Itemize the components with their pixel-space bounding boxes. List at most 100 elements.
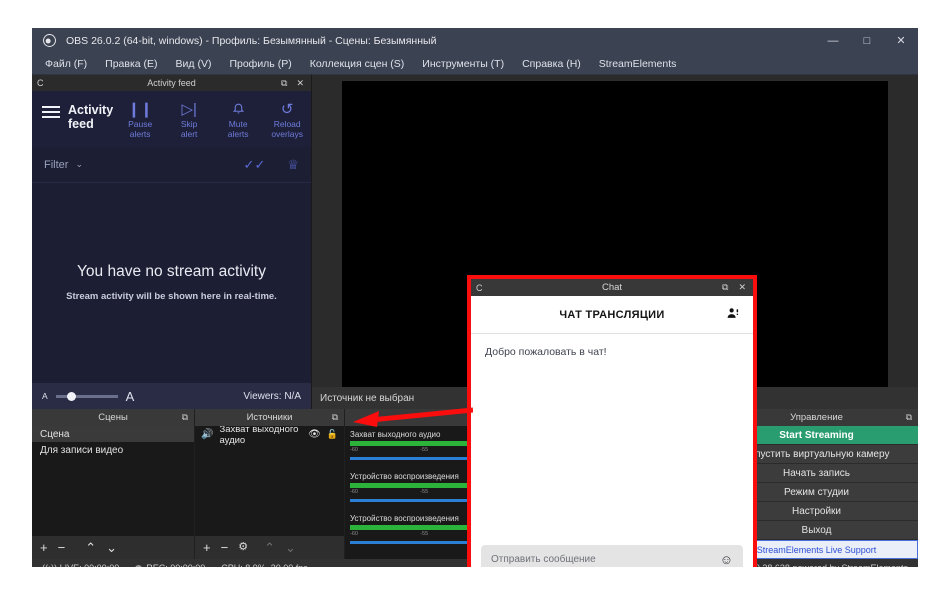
sources-dock: Источники ⧉ 🔊 Захват выходного аудио 👁 🔓… xyxy=(195,409,345,559)
move-scene-up-button[interactable]: ⌃ xyxy=(85,541,96,554)
lock-icon[interactable]: 🔓 xyxy=(327,429,338,440)
add-source-button[interactable]: + xyxy=(203,541,211,554)
live-status: ((•)) LIVE: 00:00:00 xyxy=(42,563,119,567)
font-large-label: A xyxy=(126,389,135,404)
scenes-dock: Сцены ⧉ Сцена Для записи видео + − ⌃ ⌄ xyxy=(32,409,195,559)
rec-status: REC: 00:00:00 xyxy=(135,563,205,567)
close-button[interactable]: ✕ xyxy=(884,28,918,53)
source-label: Захват выходного аудио xyxy=(219,426,302,446)
chat-titlebar: C Chat ⧉ ✕ xyxy=(471,279,753,296)
filter-label[interactable]: Filter xyxy=(44,159,68,171)
skip-alert-button[interactable]: ▷| Skip alert xyxy=(170,101,208,139)
menu-file[interactable]: Файл (F) xyxy=(36,55,96,73)
sources-toolbar: + − ⚙ ⌃ ⌄ xyxy=(195,536,344,559)
font-small-label: A xyxy=(42,391,48,401)
controls-undock-icon[interactable]: ⧉ xyxy=(906,412,918,423)
eye-icon[interactable]: 👁 xyxy=(308,429,321,440)
activity-undock-icon[interactable]: ⧉ xyxy=(281,78,287,89)
annotation-arrow-icon xyxy=(345,405,473,429)
menu-view[interactable]: Вид (V) xyxy=(167,55,221,73)
font-size-slider[interactable] xyxy=(56,395,118,398)
source-item[interactable]: 🔊 Захват выходного аудио 👁 🔓 xyxy=(195,426,344,443)
activity-feed-title: Activity feed xyxy=(68,103,113,131)
window-controls: — □ ✕ xyxy=(816,28,918,53)
sources-list[interactable]: 🔊 Захват выходного аудио 👁 🔓 xyxy=(195,426,344,536)
menu-edit[interactable]: Правка (E) xyxy=(96,55,166,73)
chat-input-row: Отправить сообщение ☺ xyxy=(471,539,753,567)
reload-overlays-button[interactable]: ↺ Reload overlays xyxy=(268,101,306,139)
menu-streamelements[interactable]: StreamElements xyxy=(590,55,686,73)
move-source-down-button[interactable]: ⌄ xyxy=(285,541,296,554)
mute-alerts-button[interactable]: Mute alerts xyxy=(219,101,257,139)
skip-icon: ▷| xyxy=(170,101,208,119)
add-scene-button[interactable]: + xyxy=(40,541,48,554)
viewers-count: Viewers: N/A xyxy=(243,391,301,402)
activity-filter-row: Filter ⌄ ✓✓ ♕ xyxy=(32,147,311,183)
menu-tools[interactable]: Инструменты (T) xyxy=(413,55,513,73)
scenes-header: Сцены ⧉ xyxy=(32,409,194,426)
rec-timer: REC: 00:00:00 xyxy=(146,563,205,567)
maximize-button[interactable]: □ xyxy=(850,28,884,53)
chat-content: ЧАТ ТРАНСЛЯЦИИ Добро пожаловать в чат! xyxy=(471,296,753,567)
menu-help[interactable]: Справка (H) xyxy=(513,55,590,73)
bell-icon xyxy=(219,101,257,119)
remove-source-button[interactable]: − xyxy=(221,541,229,554)
activity-close-icon[interactable]: ✕ xyxy=(296,78,304,89)
remove-scene-button[interactable]: − xyxy=(58,541,66,554)
menu-profile[interactable]: Профиль (P) xyxy=(220,55,300,73)
scene-item[interactable]: Для записи видео xyxy=(32,442,194,458)
move-scene-down-button[interactable]: ⌄ xyxy=(106,541,117,554)
chat-header-title: ЧАТ ТРАНСЛЯЦИИ xyxy=(559,309,664,321)
menu-burger-icon[interactable] xyxy=(42,106,60,118)
emoji-icon[interactable]: ☺ xyxy=(720,552,733,567)
chat-message: Добро пожаловать в чат! xyxy=(485,346,739,358)
activity-footer: A A Viewers: N/A xyxy=(32,383,311,409)
minimize-button[interactable]: — xyxy=(816,28,850,53)
chat-input-placeholder[interactable]: Отправить сообщение xyxy=(491,554,596,565)
chat-window: C Chat ⧉ ✕ ЧАТ ТРАНСЛЯЦИИ xyxy=(467,275,757,567)
activity-dock-label: Activity feed xyxy=(32,78,311,88)
menubar: Файл (F) Правка (E) Вид (V) Профиль (P) … xyxy=(32,53,918,75)
activity-feed-actions: ❙❙ Pause alerts ▷| Skip alert xyxy=(121,101,306,139)
obs-logo-icon xyxy=(38,34,60,47)
move-source-up-button[interactable]: ⌃ xyxy=(264,541,275,554)
chat-close-icon[interactable]: ✕ xyxy=(738,282,746,293)
rec-indicator-icon xyxy=(135,565,142,567)
chat-input-wrapper[interactable]: Отправить сообщение ☺ xyxy=(481,545,743,567)
cpu-status: CPU: 8.9%, 30.00 fps xyxy=(221,563,308,567)
scenes-undock-icon[interactable]: ⧉ xyxy=(182,412,194,423)
chevron-down-icon[interactable]: ⌄ xyxy=(75,159,83,170)
live-icon: ((•)) xyxy=(42,563,57,567)
scenes-toolbar: + − ⌃ ⌄ xyxy=(32,536,194,559)
chat-window-label: Chat xyxy=(471,282,753,293)
chat-header: ЧАТ ТРАНСЛЯЦИИ xyxy=(471,296,753,334)
activity-empty-state: You have no stream activity Stream activ… xyxy=(32,183,311,383)
reload-icon: ↺ xyxy=(268,101,306,119)
empty-state-subtext: Stream activity will be shown here in re… xyxy=(66,290,277,304)
activity-feed-dock: C Activity feed ⧉ ✕ Activity feed ❙❙ Pau… xyxy=(32,75,312,409)
crown-icon[interactable]: ♕ xyxy=(287,157,299,173)
chat-undock-icon[interactable]: ⧉ xyxy=(722,282,728,293)
scene-item-selected[interactable]: Сцена xyxy=(32,426,194,442)
sources-undock-icon[interactable]: ⧉ xyxy=(332,412,344,423)
window-titlebar: OBS 26.0.2 (64-bit, windows) - Профиль: … xyxy=(32,28,918,53)
sources-title: Источники xyxy=(195,412,344,423)
scenes-list[interactable]: Сцена Для записи видео xyxy=(32,426,194,536)
users-icon[interactable] xyxy=(726,306,741,324)
speaker-icon: 🔊 xyxy=(201,429,213,440)
mark-all-read-icon[interactable]: ✓✓ xyxy=(244,157,266,173)
empty-state-heading: You have no stream activity xyxy=(77,263,266,281)
live-timer: LIVE: 00:00:00 xyxy=(60,563,120,567)
menu-scene-collection[interactable]: Коллекция сцен (S) xyxy=(301,55,414,73)
activity-feed-titlebar: C Activity feed ⧉ ✕ xyxy=(32,75,311,91)
pause-alerts-button[interactable]: ❙❙ Pause alerts xyxy=(121,101,159,139)
chat-messages: Добро пожаловать в чат! xyxy=(471,334,753,539)
window-title: OBS 26.0.2 (64-bit, windows) - Профиль: … xyxy=(66,35,436,47)
sources-header: Источники ⧉ xyxy=(195,409,344,426)
main-body: C Activity feed ⧉ ✕ Activity feed ❙❙ Pau… xyxy=(32,75,918,567)
obs-main-window: OBS 26.0.2 (64-bit, windows) - Профиль: … xyxy=(32,28,918,567)
activity-feed-header: Activity feed ❙❙ Pause alerts ▷| Skip al… xyxy=(32,91,311,147)
pause-icon: ❙❙ xyxy=(121,101,159,119)
source-properties-gear-icon[interactable]: ⚙ xyxy=(238,541,248,554)
scenes-title: Сцены xyxy=(32,412,194,423)
